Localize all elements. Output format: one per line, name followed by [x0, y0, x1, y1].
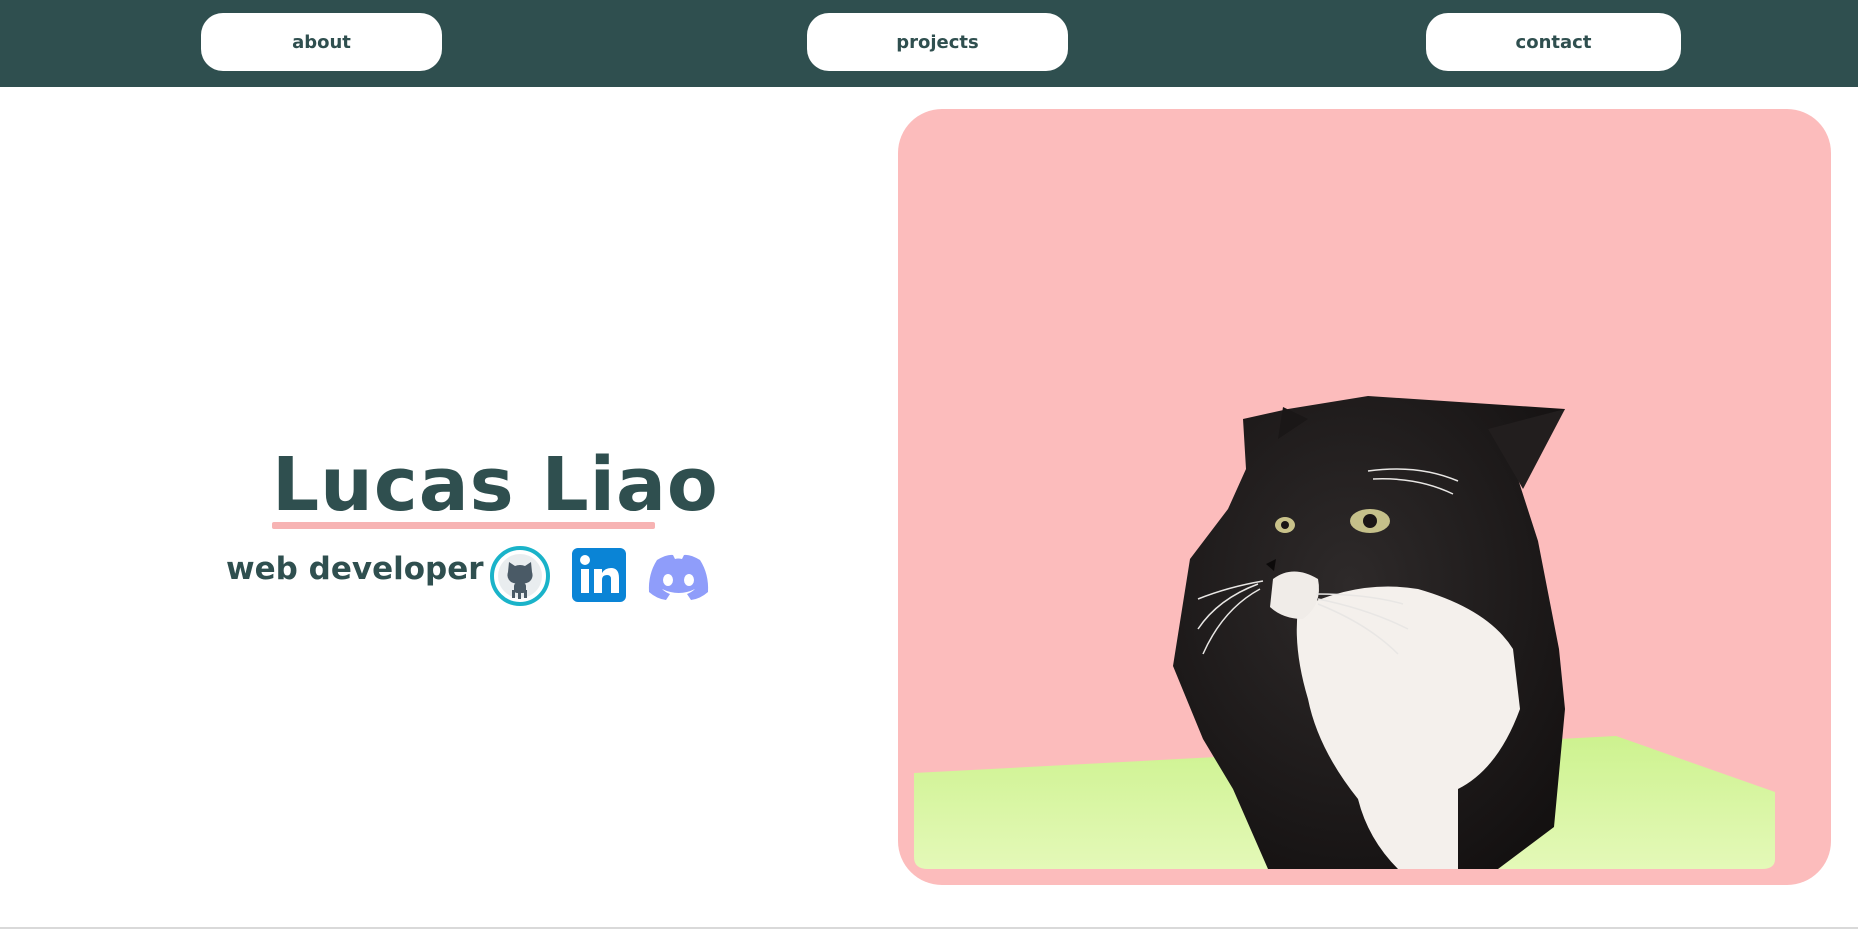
discord-icon [648, 554, 709, 600]
linkedin-link[interactable] [572, 548, 626, 602]
cat-scene-card[interactable] [898, 109, 1831, 885]
discord-link[interactable] [645, 552, 712, 602]
nav-contact-button[interactable]: contact [1426, 13, 1681, 71]
cat-scene [914, 396, 1775, 869]
nav-about-button[interactable]: about [201, 13, 442, 71]
github-icon [490, 546, 550, 606]
linkedin-icon [572, 548, 626, 602]
hero-name: Lucas Liao [272, 442, 719, 528]
nav-projects-button[interactable]: projects [807, 13, 1068, 71]
page-bottom-divider [0, 927, 1858, 929]
top-navbar: about projects contact [0, 0, 1858, 87]
github-link[interactable] [489, 545, 551, 607]
hero-role: web developer [226, 551, 484, 587]
